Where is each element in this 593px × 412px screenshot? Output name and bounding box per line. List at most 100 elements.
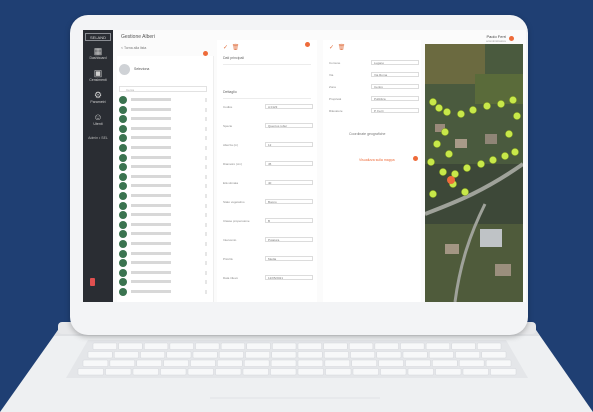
keyboard-key <box>374 342 399 350</box>
tree-marker[interactable] <box>427 158 435 166</box>
keyboard-key <box>323 342 348 350</box>
satellite-map[interactable] <box>425 44 523 302</box>
list-item[interactable] <box>119 288 209 297</box>
list-item[interactable] <box>119 115 209 124</box>
list-item[interactable] <box>119 96 209 105</box>
field-input[interactable]: Centro <box>371 84 419 89</box>
form-field: Codice A 0123 <box>223 104 315 110</box>
tree-marker[interactable] <box>461 188 469 196</box>
list-item[interactable] <box>119 192 209 201</box>
coordinates-label: Coordinate geografiche <box>349 132 386 136</box>
list-item[interactable] <box>119 144 209 153</box>
user-profile[interactable]: Paolo Ferri amministratore <box>486 34 506 43</box>
tree-marker[interactable] <box>433 140 441 148</box>
sidebar-item-censimenti[interactable]: ▣ Censimenti <box>83 68 113 83</box>
tree-marker[interactable] <box>513 112 521 120</box>
map-link[interactable]: Visualizza sulla mappa <box>359 158 395 162</box>
tree-marker[interactable] <box>429 190 437 198</box>
field-input[interactable]: 40 <box>265 180 313 185</box>
list-item[interactable] <box>119 220 209 230</box>
selected-tree-marker[interactable] <box>447 176 455 184</box>
item-name <box>131 203 171 207</box>
item-name <box>131 117 171 121</box>
chevron-right-icon <box>205 213 207 218</box>
tree-marker[interactable] <box>505 130 513 138</box>
field-input[interactable]: Potatura <box>265 237 313 242</box>
tree-marker[interactable] <box>435 104 443 112</box>
list-item[interactable] <box>119 240 209 249</box>
sidebar-item-dashboard[interactable]: ▦ Dashboard <box>83 46 113 61</box>
field-input[interactable]: Lugano <box>371 60 419 65</box>
list-item[interactable] <box>119 172 209 182</box>
field-input[interactable]: B <box>265 218 313 223</box>
notification-dot[interactable] <box>509 36 514 41</box>
profile-role: amministratore <box>486 39 506 43</box>
list-item[interactable] <box>119 268 209 278</box>
keyboard-key <box>270 359 297 367</box>
keyboard-key <box>166 351 192 359</box>
keyboard-key <box>109 359 135 367</box>
keyboard-key <box>82 359 109 367</box>
list-item[interactable] <box>119 153 209 163</box>
building-icon: ▦ <box>93 46 103 56</box>
list-item[interactable] <box>119 230 209 239</box>
field-input[interactable]: Media <box>265 256 313 261</box>
keyboard-key <box>429 351 454 359</box>
form-toolbar[interactable]: ✓ 🗑 <box>223 44 240 51</box>
list-item[interactable] <box>119 259 209 268</box>
form-action-button[interactable] <box>305 42 310 47</box>
tree-marker[interactable] <box>489 156 497 164</box>
tree-marker[interactable] <box>457 110 465 118</box>
field-input[interactable]: Buono <box>265 199 313 204</box>
tree-marker[interactable] <box>429 98 437 106</box>
list-item[interactable] <box>119 249 209 259</box>
field-label: Rilevatore <box>329 109 343 113</box>
field-input[interactable]: Via Roma <box>371 72 419 77</box>
tree-marker[interactable] <box>483 102 491 110</box>
list-item[interactable] <box>119 163 209 172</box>
tree-marker[interactable] <box>441 128 449 136</box>
list-item[interactable] <box>119 182 209 191</box>
breadcrumb[interactable]: < Torna alla lista <box>121 46 146 50</box>
list-item[interactable] <box>119 124 209 134</box>
field-input[interactable]: P. Ferri <box>371 108 419 113</box>
item-name <box>131 213 171 217</box>
tree-marker[interactable] <box>501 152 509 160</box>
map-link-button[interactable] <box>413 156 418 161</box>
field-input[interactable]: 12 <box>265 142 313 147</box>
item-name <box>131 136 171 140</box>
tree-marker[interactable] <box>445 150 453 158</box>
form2-toolbar[interactable]: ✓ 🗑 <box>329 44 346 51</box>
add-button[interactable] <box>203 51 208 56</box>
field-input[interactable]: A 0123 <box>265 104 313 109</box>
tree-marker[interactable] <box>469 106 477 114</box>
tree-marker[interactable] <box>511 148 519 156</box>
tree-marker[interactable] <box>477 160 485 168</box>
list-item[interactable] <box>119 211 209 220</box>
field-input[interactable]: 45 <box>265 161 313 166</box>
sidebar-item-utenti[interactable]: ☺ Utenti <box>83 112 113 127</box>
field-input[interactable]: Quercus robur <box>265 123 313 128</box>
form-field: Data rilievo 12/05/2021 <box>223 275 315 281</box>
keyboard-key <box>244 359 270 367</box>
keyboard-key <box>402 351 428 359</box>
tree-marker[interactable] <box>439 168 447 176</box>
field-input[interactable]: 12/05/2021 <box>265 275 313 280</box>
list-item[interactable] <box>119 278 209 287</box>
item-name <box>131 290 171 293</box>
tree-marker[interactable] <box>463 164 471 172</box>
tree-marker[interactable] <box>497 100 505 108</box>
tree-marker[interactable] <box>509 96 517 104</box>
tree-marker[interactable] <box>443 108 451 116</box>
list-header[interactable]: Seleziona <box>119 64 209 76</box>
list-item[interactable] <box>119 134 209 143</box>
list-item[interactable] <box>119 201 209 211</box>
search-input[interactable]: Cerca <box>119 86 207 92</box>
item-name <box>131 107 171 111</box>
list-item[interactable] <box>119 105 209 115</box>
chevron-right-icon <box>205 290 207 294</box>
field-input[interactable]: Pubblica <box>371 96 419 101</box>
logout-icon[interactable] <box>90 278 95 286</box>
field-label: Intervento <box>223 238 237 242</box>
sidebar-item-parametri[interactable]: ⚙ Parametri <box>83 90 113 105</box>
